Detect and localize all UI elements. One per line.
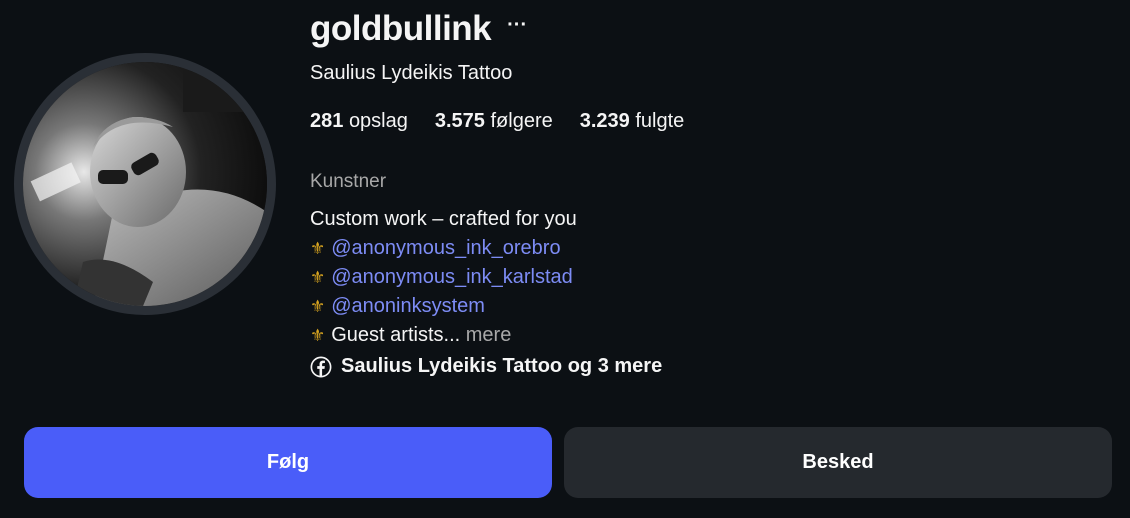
- message-button[interactable]: Besked: [564, 427, 1112, 498]
- mention-link[interactable]: @anonymous_ink_karlstad: [331, 266, 573, 288]
- profile-avatar[interactable]: [23, 62, 267, 306]
- bio-line: ⚜ @anoninksystem: [310, 292, 577, 321]
- stat-posts-label: opslag: [348, 110, 408, 132]
- profile-page: goldbullink ··· Saulius Lydeikis Tattoo …: [0, 0, 1130, 518]
- facebook-icon: [310, 356, 332, 377]
- profile-stats: 281 opslag 3.575 følgere 3.239 fulgte: [310, 110, 711, 133]
- profile-category: Kunstner: [310, 171, 387, 192]
- linked-accounts[interactable]: Saulius Lydeikis Tattoo og 3 mere: [310, 355, 662, 378]
- fleur-de-lis-icon: ⚜: [310, 297, 326, 317]
- stat-following-label: fulgte: [635, 110, 685, 132]
- profile-bio: Custom work – crafted for you ⚜ @anonymou…: [310, 205, 577, 350]
- username: goldbullink: [310, 9, 492, 48]
- more-options-icon[interactable]: ···: [507, 15, 527, 35]
- fleur-de-lis-icon: ⚜: [310, 239, 326, 259]
- bio-line: ⚜ Guest artists... mere: [310, 321, 577, 350]
- avatar-photo: [23, 62, 267, 306]
- stat-posts[interactable]: 281 opslag: [310, 110, 408, 133]
- mention-link[interactable]: @anonymous_ink_orebro: [331, 237, 560, 259]
- mention-link[interactable]: @anoninksystem: [331, 295, 485, 317]
- fleur-de-lis-icon: ⚜: [310, 326, 326, 346]
- fleur-de-lis-icon: ⚜: [310, 268, 326, 288]
- follow-button[interactable]: Følg: [24, 427, 552, 498]
- username-row: goldbullink ···: [310, 8, 527, 50]
- stat-following-count: 3.239: [579, 110, 630, 132]
- full-name: Saulius Lydeikis Tattoo: [310, 62, 513, 84]
- stat-followers-count: 3.575: [434, 110, 485, 132]
- bio-more-link[interactable]: mere: [466, 324, 512, 346]
- avatar-ring[interactable]: [14, 53, 276, 315]
- bio-line: ⚜ @anonymous_ink_karlstad: [310, 263, 577, 292]
- bio-line: ⚜ @anonymous_ink_orebro: [310, 234, 577, 263]
- stat-followers-label: følgere: [490, 110, 553, 132]
- stat-followers[interactable]: 3.575 følgere: [435, 110, 553, 133]
- linked-accounts-label: Saulius Lydeikis Tattoo og 3 mere: [341, 355, 663, 377]
- stat-following[interactable]: 3.239 fulgte: [580, 110, 685, 133]
- bio-line: Custom work – crafted for you: [310, 208, 577, 230]
- stat-posts-count: 281: [310, 110, 344, 132]
- guest-artists-text: Guest artists...: [331, 324, 461, 346]
